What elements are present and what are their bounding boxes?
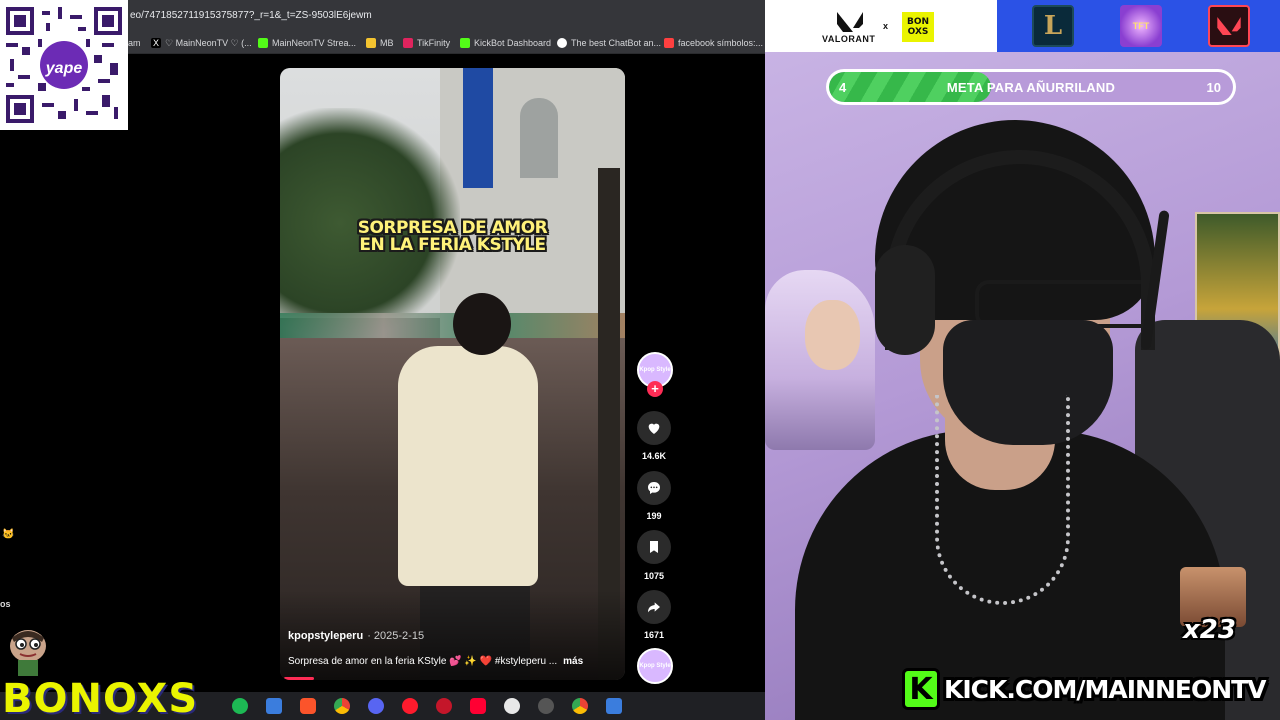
bookmark-item[interactable]: KickBot Dashboard	[460, 36, 551, 50]
kick-url: KICK.COM/MAINNEONTV	[944, 674, 1267, 704]
bookmark-icon	[650, 541, 658, 553]
yape-qr-code: yape	[0, 0, 128, 130]
goal-track: 4 META PARA AÑURRILAND 10	[829, 72, 1233, 102]
like-count: 14.6K	[641, 451, 667, 461]
goal-end-value: 10	[1206, 80, 1221, 95]
video-progress-bar[interactable]	[284, 677, 314, 680]
share-icon	[648, 602, 660, 613]
emote-counter: x23	[1183, 615, 1236, 645]
obs-icon[interactable]	[538, 698, 554, 714]
share-button[interactable]	[637, 590, 671, 624]
tikfinity-icon	[403, 38, 413, 48]
avatar-text: Kpop Style	[639, 663, 671, 669]
pepe-emote-icon	[10, 630, 46, 676]
chrome-icon[interactable]	[572, 698, 588, 714]
more-link[interactable]: más	[563, 656, 583, 667]
chatbot-icon	[557, 38, 567, 48]
kickbot-icon	[460, 38, 470, 48]
bonoxs-logo: BONOXS	[2, 676, 199, 720]
video-banner	[463, 68, 493, 188]
qr-icon: yape	[6, 7, 122, 123]
goal-label: META PARA AÑURRILAND	[946, 80, 1116, 95]
bookmark-label: TikFinity	[417, 38, 451, 48]
caption-line: EN LA FERIA KSTYLE	[359, 235, 546, 255]
save-button[interactable]	[637, 530, 671, 564]
bookmark-item[interactable]: The best ChatBot an...	[557, 36, 661, 50]
mb-icon	[366, 38, 376, 48]
bookmark-label: The best ChatBot an...	[571, 38, 662, 48]
comment-button[interactable]	[637, 471, 671, 505]
bookmark-label: ♡ MainNeonTV ♡ (...	[165, 37, 252, 48]
video-caption-title: SORPRESA DE AMOR EN LA FERIA KSTYLE	[280, 220, 625, 254]
badge-line: BON	[906, 17, 930, 27]
collab-separator: x	[883, 21, 889, 31]
lightning-icon	[664, 38, 674, 48]
league-of-legends-icon: L	[1032, 5, 1074, 47]
bookmark-label: MB	[380, 38, 394, 48]
comment-icon	[648, 482, 660, 494]
bookmark-label: facebook símbolos:...	[678, 38, 764, 48]
headset-earcup	[875, 245, 935, 355]
bookmark-label: MainNeonTV Strea...	[272, 38, 357, 48]
svg-text:yape: yape	[45, 60, 83, 77]
like-button[interactable]	[637, 411, 671, 445]
app-icon[interactable]	[266, 698, 282, 714]
save-count: 1075	[643, 571, 665, 581]
brave-icon[interactable]	[300, 698, 316, 714]
youtube-icon[interactable]	[470, 698, 486, 714]
video-person-body	[398, 346, 538, 586]
tft-icon: TFT	[1120, 5, 1162, 47]
chat-emoji: 🐱	[2, 529, 15, 540]
sponsor-bar: VALORANT x BON OXS	[765, 0, 997, 52]
share-count: 1671	[643, 630, 665, 640]
valorant-icon	[1208, 5, 1250, 47]
badge-line: OXS	[907, 27, 929, 37]
valorant-wordmark: VALORANT	[822, 34, 876, 44]
bookmark-item[interactable]: MB	[366, 36, 394, 50]
heart-icon	[648, 423, 660, 434]
bonoxs-badge: BON OXS	[902, 12, 934, 42]
kick-icon	[258, 38, 268, 48]
chrome-icon[interactable]	[334, 698, 350, 714]
chat-text-fragment: os	[0, 599, 11, 609]
follow-plus-icon[interactable]: +	[647, 381, 663, 397]
stream-canvas: eo/7471852711915375877?_r=1&_t=ZS-9503lE…	[0, 0, 1280, 720]
video-date: · 2025-2-15	[367, 630, 425, 642]
bookmark-item[interactable]: am	[128, 36, 141, 50]
opera-icon[interactable]	[402, 698, 418, 714]
video-person-head	[453, 293, 511, 355]
bookmark-item[interactable]: MainNeonTV Strea...	[258, 36, 356, 50]
webcam-feed: VALORANT x BON OXS L TFT 4 META PARA AÑU…	[765, 0, 1280, 720]
app-icon[interactable]	[606, 698, 622, 714]
x-icon: X	[151, 38, 161, 48]
video-author[interactable]: kpopstyleperu · 2025-2-15	[288, 630, 424, 642]
bookmark-label: am	[128, 38, 141, 48]
poster-character-face	[805, 300, 860, 370]
settings-icon[interactable]	[504, 698, 520, 714]
music-disc-avatar[interactable]: Kpop Style	[637, 648, 673, 684]
bookmark-item[interactable]: TikFinity	[403, 36, 450, 50]
bookmark-label: KickBot Dashboard	[474, 38, 552, 48]
necklace-chain	[935, 395, 1070, 605]
comment-count: 199	[646, 511, 662, 521]
discord-icon[interactable]	[368, 698, 384, 714]
description-text: Sorpresa de amor en la feria KStyle 💕 ✨ …	[288, 656, 558, 667]
video-description: Sorpresa de amor en la feria KStyle 💕 ✨ …	[288, 656, 583, 667]
opera-gx-icon[interactable]	[436, 698, 452, 714]
valorant-v-icon	[1217, 17, 1241, 35]
avatar-text: Kpop Style	[639, 367, 671, 373]
kick-logo-icon: K	[902, 668, 940, 710]
url-text[interactable]: eo/7471852711915375877?_r=1&_t=ZS-9503lE…	[130, 10, 372, 21]
bookmark-item[interactable]: X ♡ MainNeonTV ♡ (...	[151, 36, 252, 50]
video-window	[520, 98, 558, 178]
goal-bar: 4 META PARA AÑURRILAND 10	[826, 69, 1236, 105]
bookmark-item[interactable]: facebook símbolos:...	[664, 36, 763, 50]
kick-channel-banner: K KICK.COM/MAINNEONTV	[902, 667, 1267, 711]
browser-capture: eo/7471852711915375877?_r=1&_t=ZS-9503lE…	[0, 0, 765, 720]
valorant-logo-icon	[837, 12, 863, 32]
tiktok-video-player[interactable]: SORPRESA DE AMOR EN LA FERIA KSTYLE kpop…	[280, 68, 625, 680]
spotify-icon[interactable]	[232, 698, 248, 714]
author-name[interactable]: kpopstyleperu	[288, 630, 363, 642]
